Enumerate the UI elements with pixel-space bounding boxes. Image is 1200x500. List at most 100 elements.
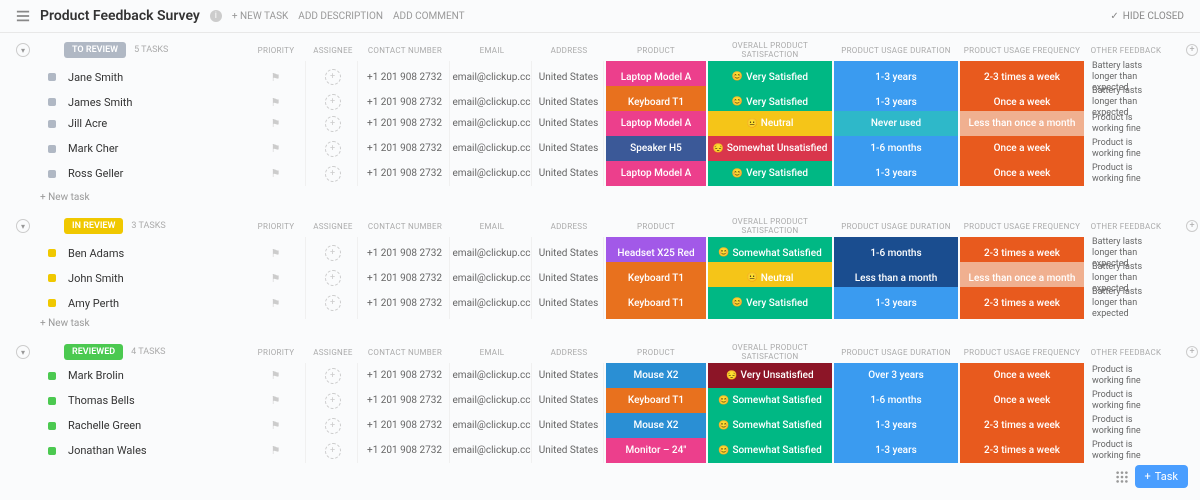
- product-chip[interactable]: Mouse X2: [606, 363, 706, 388]
- duration-chip[interactable]: 1-3 years: [834, 438, 958, 463]
- product-chip[interactable]: Keyboard T1: [606, 287, 706, 319]
- task-name[interactable]: Ross Geller: [64, 161, 244, 186]
- product-chip[interactable]: Speaker H5: [606, 136, 706, 161]
- task-name[interactable]: Thomas Bells: [64, 388, 244, 413]
- add-column-icon[interactable]: +: [1186, 44, 1198, 56]
- product-chip[interactable]: Laptop Model A: [606, 111, 706, 136]
- col-product[interactable]: PRODUCT: [606, 348, 706, 357]
- col-address[interactable]: ADDRESS: [534, 46, 604, 55]
- col-feedback[interactable]: OTHER FEEDBACK: [1086, 46, 1166, 55]
- col-priority[interactable]: PRIORITY: [246, 222, 306, 231]
- collapse-icon[interactable]: ▾: [16, 219, 30, 233]
- duration-chip[interactable]: 1-6 months: [834, 388, 958, 413]
- table-row[interactable]: Jill Acre ⚑ + +1 201 908 2732 email@clic…: [0, 111, 1200, 136]
- col-feedback[interactable]: OTHER FEEDBACK: [1086, 222, 1166, 231]
- satisfaction-chip[interactable]: 😔Very Unsatisfied: [708, 363, 832, 388]
- col-satisfaction[interactable]: OVERALL PRODUCT SATISFACTION: [708, 41, 832, 59]
- satisfaction-chip[interactable]: 😊Somewhat Satisfied: [708, 413, 832, 438]
- table-row[interactable]: Amy Perth ⚑ + +1 201 908 2732 email@clic…: [0, 287, 1200, 312]
- col-contact[interactable]: CONTACT NUMBER: [360, 46, 450, 55]
- assignee-cell[interactable]: +: [308, 438, 358, 463]
- assignee-cell[interactable]: +: [308, 388, 358, 413]
- task-name[interactable]: Jill Acre: [64, 111, 244, 136]
- priority-cell[interactable]: ⚑: [246, 136, 306, 161]
- hide-closed-toggle[interactable]: ✓ HIDE CLOSED: [1110, 11, 1184, 22]
- status-pill[interactable]: REVIEWED: [64, 344, 123, 360]
- col-satisfaction[interactable]: OVERALL PRODUCT SATISFACTION: [708, 217, 832, 235]
- satisfaction-chip[interactable]: 😊Very Satisfied: [708, 287, 832, 319]
- col-satisfaction[interactable]: OVERALL PRODUCT SATISFACTION: [708, 343, 832, 361]
- assignee-cell[interactable]: +: [308, 111, 358, 136]
- priority-cell[interactable]: ⚑: [246, 287, 306, 319]
- col-address[interactable]: ADDRESS: [534, 222, 604, 231]
- satisfaction-chip[interactable]: 😊Somewhat Satisfied: [708, 438, 832, 463]
- duration-chip[interactable]: Never used: [834, 111, 958, 136]
- duration-chip[interactable]: 1-3 years: [834, 413, 958, 438]
- table-row[interactable]: Jonathan Wales ⚑ + +1 201 908 2732 email…: [0, 438, 1200, 463]
- table-row[interactable]: Rachelle Green ⚑ + +1 201 908 2732 email…: [0, 413, 1200, 438]
- col-contact[interactable]: CONTACT NUMBER: [360, 348, 450, 357]
- task-name[interactable]: Mark Brolin: [64, 363, 244, 388]
- task-name[interactable]: Mark Cher: [64, 136, 244, 161]
- product-chip[interactable]: Mouse X2: [606, 413, 706, 438]
- add-column-icon[interactable]: +: [1186, 346, 1198, 358]
- col-priority[interactable]: PRIORITY: [246, 348, 306, 357]
- task-name[interactable]: Jonathan Wales: [64, 438, 244, 463]
- table-row[interactable]: Mark Cher ⚑ + +1 201 908 2732 email@clic…: [0, 136, 1200, 161]
- col-email[interactable]: EMAIL: [452, 348, 532, 357]
- new-task-fab[interactable]: + Task: [1135, 465, 1188, 488]
- product-chip[interactable]: Keyboard T1: [606, 388, 706, 413]
- col-priority[interactable]: PRIORITY: [246, 46, 306, 55]
- apps-icon[interactable]: [1115, 470, 1129, 484]
- table-row[interactable]: James Smith ⚑ + +1 201 908 2732 email@cl…: [0, 86, 1200, 111]
- assignee-cell[interactable]: +: [308, 413, 358, 438]
- assignee-cell[interactable]: +: [308, 161, 358, 186]
- frequency-chip[interactable]: Once a week: [960, 136, 1084, 161]
- duration-chip[interactable]: 1-3 years: [834, 287, 958, 319]
- table-row[interactable]: Ben Adams ⚑ + +1 201 908 2732 email@clic…: [0, 237, 1200, 262]
- col-contact[interactable]: CONTACT NUMBER: [360, 222, 450, 231]
- col-address[interactable]: ADDRESS: [534, 348, 604, 357]
- satisfaction-chip[interactable]: 😊Somewhat Satisfied: [708, 388, 832, 413]
- new-task-inline[interactable]: + New task: [0, 186, 1200, 209]
- add-column-icon[interactable]: +: [1186, 220, 1198, 232]
- product-chip[interactable]: Laptop Model A: [606, 161, 706, 186]
- priority-cell[interactable]: ⚑: [246, 438, 306, 463]
- col-frequency[interactable]: PRODUCT USAGE FREQUENCY: [960, 222, 1084, 231]
- table-row[interactable]: Mark Brolin ⚑ + +1 201 908 2732 email@cl…: [0, 363, 1200, 388]
- col-feedback[interactable]: OTHER FEEDBACK: [1086, 348, 1166, 357]
- satisfaction-chip[interactable]: 😔Somewhat Unsatisfied: [708, 136, 832, 161]
- col-email[interactable]: EMAIL: [452, 222, 532, 231]
- col-assignee[interactable]: ASSIGNEE: [308, 222, 358, 231]
- col-product[interactable]: PRODUCT: [606, 222, 706, 231]
- priority-cell[interactable]: ⚑: [246, 111, 306, 136]
- col-frequency[interactable]: PRODUCT USAGE FREQUENCY: [960, 348, 1084, 357]
- table-row[interactable]: John Smith ⚑ + +1 201 908 2732 email@cli…: [0, 262, 1200, 287]
- info-icon[interactable]: i: [210, 10, 222, 22]
- frequency-chip[interactable]: Once a week: [960, 363, 1084, 388]
- table-row[interactable]: Thomas Bells ⚑ + +1 201 908 2732 email@c…: [0, 388, 1200, 413]
- priority-cell[interactable]: ⚑: [246, 388, 306, 413]
- assignee-cell[interactable]: +: [308, 136, 358, 161]
- table-row[interactable]: Jane Smith ⚑ + +1 201 908 2732 email@cli…: [0, 61, 1200, 86]
- assignee-cell[interactable]: +: [308, 287, 358, 319]
- duration-chip[interactable]: 1-3 years: [834, 161, 958, 186]
- duration-chip[interactable]: 1-6 months: [834, 136, 958, 161]
- frequency-chip[interactable]: 2-3 times a week: [960, 413, 1084, 438]
- satisfaction-chip[interactable]: 😊Very Satisfied: [708, 161, 832, 186]
- col-duration[interactable]: PRODUCT USAGE DURATION: [834, 222, 958, 231]
- col-email[interactable]: EMAIL: [452, 46, 532, 55]
- status-pill[interactable]: TO REVIEW: [64, 42, 126, 58]
- satisfaction-chip[interactable]: 😐Neutral: [708, 111, 832, 136]
- frequency-chip[interactable]: Once a week: [960, 388, 1084, 413]
- col-assignee[interactable]: ASSIGNEE: [308, 46, 358, 55]
- collapse-icon[interactable]: ▾: [16, 345, 30, 359]
- frequency-chip[interactable]: 2-3 times a week: [960, 287, 1084, 319]
- col-assignee[interactable]: ASSIGNEE: [308, 348, 358, 357]
- task-name[interactable]: Amy Perth: [64, 287, 244, 319]
- col-product[interactable]: PRODUCT: [606, 46, 706, 55]
- priority-cell[interactable]: ⚑: [246, 413, 306, 438]
- new-task-button[interactable]: + NEW TASK: [232, 11, 288, 22]
- add-comment-button[interactable]: ADD COMMENT: [393, 11, 465, 22]
- col-duration[interactable]: PRODUCT USAGE DURATION: [834, 348, 958, 357]
